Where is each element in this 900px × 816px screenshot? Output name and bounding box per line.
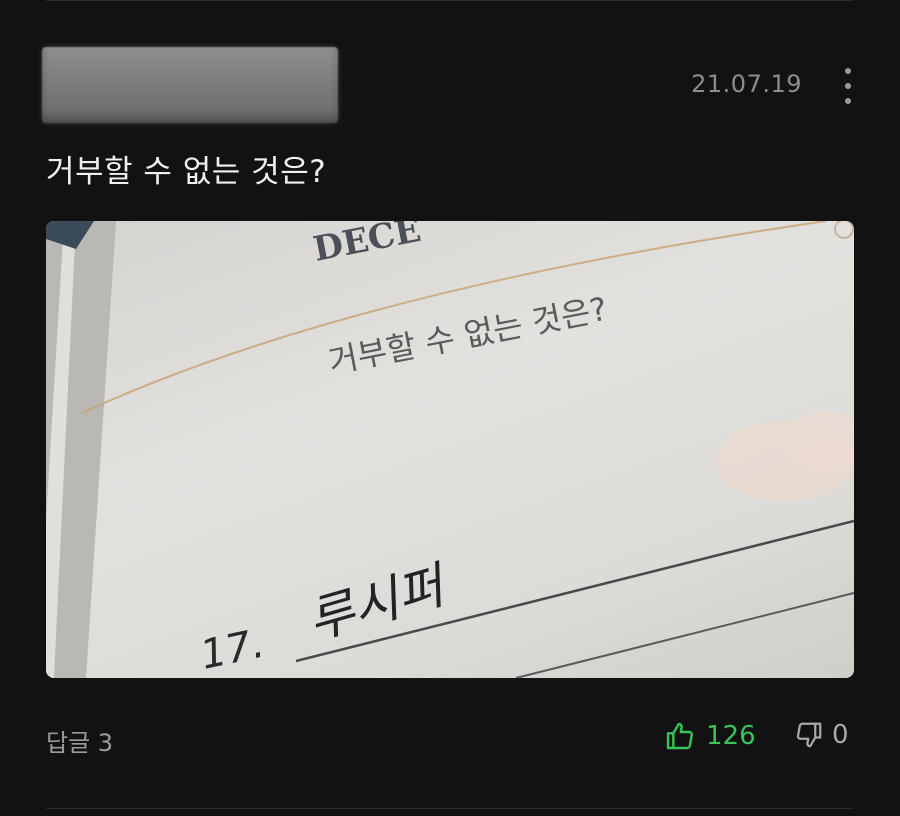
reply-count-label[interactable]: 답글 3 — [46, 723, 113, 758]
dislike-count: 0 — [832, 720, 849, 750]
handwritten-number: 17. — [197, 621, 269, 678]
handwritten-answer: 루시퍼 — [301, 555, 454, 650]
photo-header-word: DECE — [310, 221, 424, 270]
comment-text: 거부할 수 없는 것은? — [46, 154, 327, 190]
bottom-divider — [46, 808, 854, 809]
more-options-button[interactable] — [838, 66, 858, 106]
thumbs-down-icon — [796, 722, 822, 748]
comment-date: 21.07.19 — [691, 70, 802, 98]
blurred-username — [42, 47, 338, 123]
like-button[interactable]: 126 — [664, 720, 756, 752]
like-count: 126 — [706, 721, 756, 751]
top-divider — [46, 0, 854, 1]
more-vertical-icon — [845, 68, 851, 74]
dislike-button[interactable]: 0 — [794, 720, 849, 750]
attached-photo[interactable]: DECE 거부할 수 없는 것은? 17. 루시퍼 — [46, 221, 854, 678]
thumbs-up-icon — [666, 722, 693, 750]
photo-printed-question: 거부할 수 없는 것은? — [325, 290, 610, 381]
